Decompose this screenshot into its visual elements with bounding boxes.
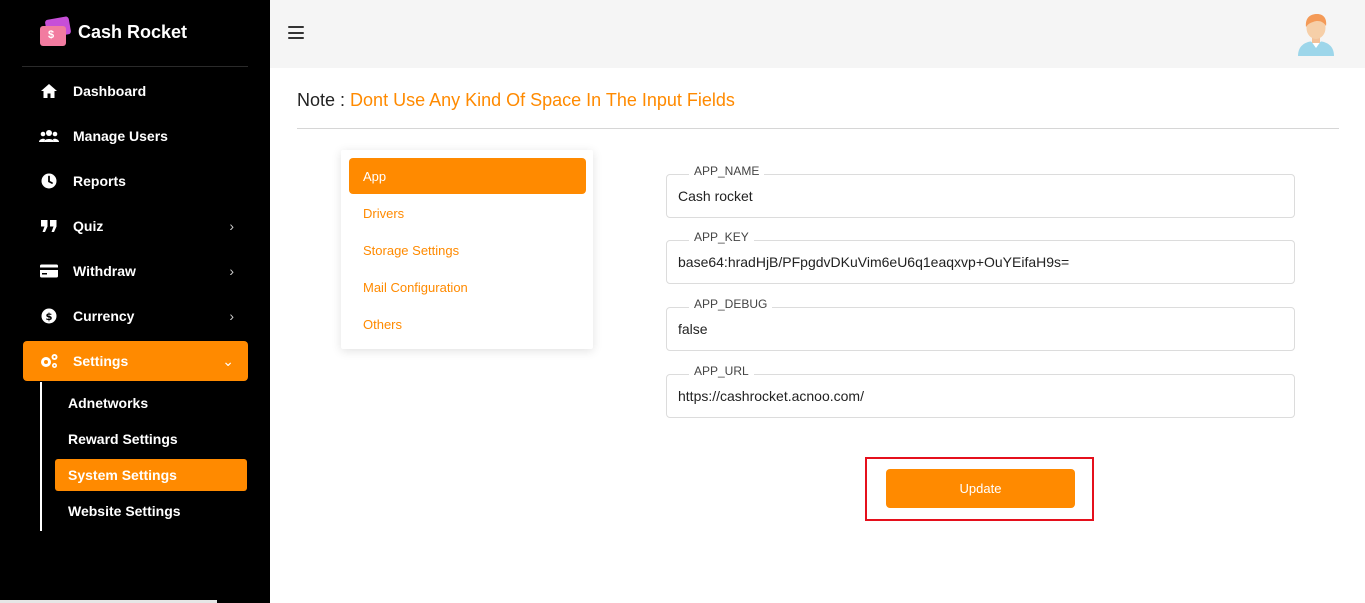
- divider: [297, 128, 1339, 129]
- brand-name: Cash Rocket: [78, 21, 188, 42]
- chevron-right-icon: ›: [229, 308, 234, 324]
- cogs-icon: [39, 351, 59, 371]
- home-icon: [39, 81, 59, 101]
- app-debug-field: APP_DEBUG: [666, 297, 1295, 351]
- clock-icon: [39, 171, 59, 191]
- sidebar-item-label: Manage Users: [73, 128, 168, 144]
- sidebar: $ Cash Rocket Dashboard Manage Users Rep…: [0, 0, 270, 603]
- app-key-field: APP_KEY: [666, 230, 1295, 284]
- quote-icon: [39, 216, 59, 236]
- hamburger-menu-icon[interactable]: [288, 26, 304, 39]
- app-key-input[interactable]: [667, 241, 1294, 283]
- submenu-line: [40, 382, 42, 531]
- app-url-input[interactable]: [667, 375, 1294, 417]
- sidebar-item-label: Quiz: [73, 218, 104, 234]
- tab-storage-settings[interactable]: Storage Settings: [349, 232, 586, 268]
- sidebar-item-reports[interactable]: Reports: [23, 161, 248, 201]
- update-button[interactable]: Update: [886, 469, 1075, 508]
- tab-app[interactable]: App: [349, 158, 586, 194]
- tab-others[interactable]: Others: [349, 306, 586, 342]
- sidebar-item-currency[interactable]: $ Currency ›: [23, 296, 248, 336]
- sidebar-item-label: Dashboard: [73, 83, 147, 99]
- tab-drivers[interactable]: Drivers: [349, 195, 586, 231]
- submenu-item-reward-settings[interactable]: Reward Settings: [55, 423, 247, 455]
- submenu-item-website-settings[interactable]: Website Settings: [55, 495, 247, 527]
- sidebar-item-label: Settings: [73, 353, 129, 369]
- app-url-field: APP_URL: [666, 364, 1295, 418]
- sidebar-item-settings[interactable]: Settings ⌄: [23, 341, 248, 381]
- credit-card-icon: [39, 261, 59, 281]
- brand[interactable]: $ Cash Rocket: [40, 14, 187, 50]
- chevron-right-icon: ›: [229, 218, 234, 234]
- note-text: Dont Use Any Kind Of Space In The Input …: [350, 90, 735, 110]
- dollar-circle-icon: $: [39, 306, 59, 326]
- tab-mail-configuration[interactable]: Mail Configuration: [349, 269, 586, 305]
- note: Note : Dont Use Any Kind Of Space In The…: [297, 90, 735, 111]
- sidebar-item-withdraw[interactable]: Withdraw ›: [23, 251, 248, 291]
- divider: [22, 66, 248, 67]
- app-debug-input[interactable]: [667, 308, 1294, 350]
- app-name-field: APP_NAME: [666, 164, 1295, 218]
- sidebar-item-manage-users[interactable]: Manage Users: [23, 116, 248, 156]
- submenu-item-system-settings[interactable]: System Settings: [55, 459, 247, 491]
- topbar: [270, 0, 1365, 68]
- sidebar-item-label: Withdraw: [73, 263, 136, 279]
- chevron-down-icon: ⌄: [222, 353, 234, 369]
- sidebar-item-quiz[interactable]: Quiz ›: [23, 206, 248, 246]
- sidebar-item-dashboard[interactable]: Dashboard: [23, 71, 248, 111]
- users-icon: [39, 126, 59, 146]
- sidebar-item-label: Reports: [73, 173, 126, 189]
- sidebar-item-label: Currency: [73, 308, 135, 324]
- note-prefix: Note :: [297, 90, 346, 110]
- logo-icon: $: [40, 16, 72, 48]
- chevron-right-icon: ›: [229, 263, 234, 279]
- app-name-input[interactable]: [667, 175, 1294, 217]
- submenu-item-adnetworks[interactable]: Adnetworks: [55, 387, 247, 419]
- svg-text:$: $: [46, 312, 53, 323]
- avatar[interactable]: [1296, 12, 1336, 56]
- settings-tabs: App Drivers Storage Settings Mail Config…: [341, 150, 593, 349]
